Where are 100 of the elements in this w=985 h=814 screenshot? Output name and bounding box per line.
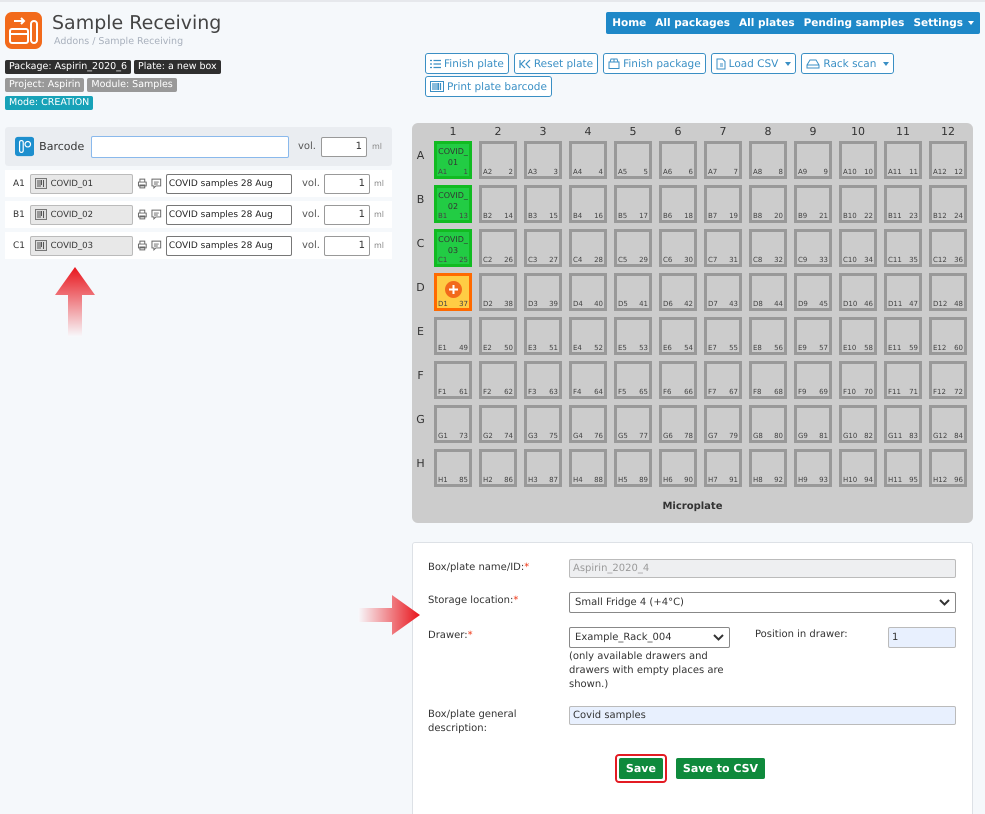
annotation-arrow [55,267,95,337]
tube-icon [15,136,34,157]
list-icon [430,58,441,68]
unit-label: ml [374,241,384,250]
row-label: C [416,236,426,252]
unit-label: ml [374,210,384,219]
required-mark: * [468,630,473,641]
caret-icon [968,21,974,25]
position-label: B1 [13,210,26,220]
column-label: 5 [628,126,638,138]
toolbar-button[interactable]: Rack scan [801,53,894,74]
barcode-input[interactable] [91,136,289,158]
row-label: F [416,368,425,384]
unit-label: ml [374,179,384,188]
printer-icon[interactable] [136,240,148,251]
caret-icon [785,62,792,66]
toolbar-button[interactable]: Load CSV [710,53,796,74]
field-label: Position in drawer: [755,628,849,640]
barcode-label: Barcode [39,140,84,153]
column-label: 12 [940,126,956,138]
barcode-value: COVID_02 [50,210,94,220]
info-badge: Mode: CREATION [5,96,94,110]
comment-icon[interactable] [151,178,162,189]
column-label: 10 [850,126,866,138]
breadcrumb: Addons / Sample Receiving [54,36,184,47]
required-mark: * [513,595,518,606]
save-button[interactable]: Save to CSV [676,758,766,779]
nav-button[interactable]: Settings [910,12,977,34]
barcode-icon [34,240,47,251]
column-label: 1 [448,126,458,138]
field-label: Box/plate name/ID:* [428,561,530,575]
column-label: 11 [895,126,911,138]
barcode-icon [34,209,47,220]
volume-input[interactable]: 1 [324,204,370,224]
vol-label: vol. [302,178,320,189]
field-label: Storage location:* [428,594,520,608]
chevron-icon [713,634,724,641]
position-label: A1 [13,178,26,188]
column-label: 8 [764,126,772,138]
column-label: 2 [494,126,502,138]
toolbar-button[interactable]: Print plate barcode [425,76,552,97]
storage-select[interactable]: Small Fridge 4 (+4°C) [569,592,956,613]
volume-input[interactable]: 1 [320,136,367,156]
position-input[interactable]: 1 [888,627,956,648]
vol-label: vol. [302,240,320,251]
column-label: 4 [584,126,592,138]
column-label: 3 [538,126,548,138]
box-icon [608,58,620,69]
info-badge: Plate: a new box [134,60,221,74]
barcode-icon [430,81,444,92]
description-input[interactable]: COVID samples 28 Aug [166,174,292,194]
info-badge: Module: Samples [87,78,177,92]
comment-icon[interactable] [151,240,162,251]
field-label: Box/plate general description: [428,708,518,736]
description-input[interactable]: COVID samples 28 Aug [166,204,292,224]
row-label: G [415,412,426,428]
nav-button[interactable]: All packages [652,12,734,34]
vol-label: vol. [302,209,320,220]
printer-icon[interactable] [136,209,148,220]
annotation-arrow [358,595,420,635]
unit-label: ml [372,142,382,151]
barcode-icon [34,178,47,189]
nav-button[interactable]: Pending samples [800,12,908,34]
page-title: Sample Receiving [52,12,222,34]
toolbar-button[interactable]: Finish plate [425,53,509,74]
volume-input[interactable]: 1 [324,174,370,194]
nav-button[interactable]: Home [609,12,650,34]
row-label: B [416,192,426,208]
printer-icon[interactable] [136,178,148,189]
row-label: H [415,456,426,472]
well-content: COVID_02 [438,190,468,212]
rewind-icon [518,58,531,68]
required-mark: * [524,562,530,573]
info-badge: Package: Aspirin_2020_6 [5,60,132,74]
comment-icon[interactable] [151,209,162,220]
chevron-icon [939,599,950,606]
row-label: A [416,148,426,164]
save-button[interactable]: Save [618,758,663,779]
volume-input[interactable]: 1 [324,236,370,256]
caret-icon [883,62,890,66]
add-icon [445,281,462,298]
position-label: C1 [13,240,26,250]
description-input[interactable]: Covid samples [569,706,956,725]
barcode-value: COVID_03 [50,240,94,250]
row-label: D [415,280,426,296]
barcode-value: COVID_01 [50,178,94,188]
column-label: 7 [718,126,728,138]
drawer-select[interactable]: Example_Rack_004 [569,627,730,648]
plate-title: Microplate [661,501,724,512]
column-label: 9 [808,126,818,138]
well-content: COVID_01 [438,146,468,168]
column-label: 6 [674,126,682,138]
app-logo-icon [5,12,42,49]
toolbar-button[interactable]: Reset plate [514,53,598,74]
description-input[interactable]: COVID samples 28 Aug [166,236,292,256]
well-content: COVID_03 [438,234,468,256]
toolbar-button[interactable]: Finish package [603,53,706,74]
scanner-icon [806,58,820,68]
file-icon [716,58,726,70]
nav-button[interactable]: All plates [736,12,798,34]
